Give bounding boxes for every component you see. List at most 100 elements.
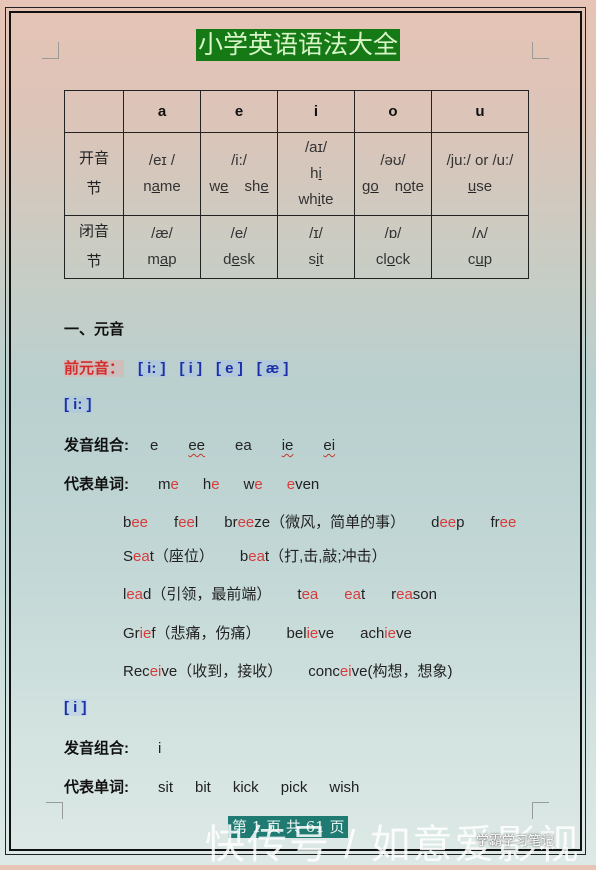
- example-word: lead（引领，最前端）: [123, 586, 272, 603]
- table-cell: /ʌ/ cup: [431, 215, 529, 279]
- example-word: Grief（悲痛，伤痛）: [123, 625, 261, 642]
- highlighted-letters: ea: [396, 586, 413, 603]
- table-header-cell: i: [277, 90, 355, 133]
- ipa-text: /ɒ/: [384, 225, 402, 242]
- example-word: pick: [280, 779, 308, 796]
- margin-corner-mark: [532, 42, 549, 59]
- example-word: even: [286, 476, 320, 493]
- example-word: Seat（座位）: [123, 548, 214, 565]
- table-cell: /i:/ we she: [200, 132, 278, 216]
- margin-corner-mark: [42, 42, 59, 59]
- table-header-cell: e: [200, 90, 278, 133]
- example-word: map: [147, 251, 177, 268]
- words-row-i: 代表单词: sit bit kick pick wish: [64, 776, 389, 797]
- ipa-text: /eɪ /: [148, 152, 176, 169]
- ipa-text: /ʌ/: [472, 225, 488, 242]
- words-row-ii: 代表单词: me he we even: [64, 473, 343, 494]
- chinese-gloss: (构想，想象): [367, 663, 453, 680]
- highlighted-letters: ei: [149, 663, 162, 680]
- example-word: believe: [286, 625, 335, 642]
- vowel-syllable-table: a e i o u 开音 节 /eɪ / name /i:/ we she /aɪ…: [64, 90, 529, 279]
- highlighted-letters: ee: [178, 514, 195, 531]
- table-header-cell: o: [354, 90, 432, 133]
- example-word: Receive（收到，接收）: [123, 663, 283, 680]
- table-header-row: a e i o u: [64, 90, 529, 133]
- row-label-open: 开音 节: [64, 132, 124, 216]
- table-header-cell: u: [431, 90, 529, 133]
- example-word: go: [362, 178, 379, 195]
- combo-label: 发音组合:: [64, 437, 129, 454]
- highlighted-letters: ie: [306, 625, 319, 642]
- example-word: desk: [223, 251, 255, 268]
- table-cell: /aɪ/ hi white: [277, 132, 355, 216]
- example-word: eat: [344, 586, 366, 603]
- row-label-closed: 闭音 节: [64, 215, 124, 279]
- front-vowels-line: 前元音： [ i: ] [ i ] [ e ] [ æ ]: [64, 357, 289, 378]
- example-word: wish: [329, 779, 360, 796]
- example-word: breeze（微风，简单的事）: [224, 514, 406, 531]
- example-word: deep: [431, 514, 465, 531]
- section-heading: 一、元音: [64, 321, 125, 338]
- example-word: we: [243, 476, 263, 493]
- example-word: cup: [467, 251, 493, 268]
- table-cell: /ju:/ or /u:/ use: [431, 132, 529, 216]
- example-word: hi: [310, 165, 322, 182]
- highlighted-letters: e: [254, 476, 263, 493]
- example-word: note: [394, 178, 424, 195]
- open-syllable-row: 开音 节 /eɪ / name /i:/ we she /aɪ/ hi white…: [64, 132, 529, 216]
- table-header-cell: a: [123, 90, 201, 133]
- combo-row-i: 发音组合: i: [64, 737, 191, 758]
- combo-label: 发音组合:: [64, 740, 129, 757]
- example-word: he: [202, 476, 220, 493]
- example-line: Grief（悲痛，伤痛） believe achieve: [123, 622, 412, 643]
- ipa-text: /ju:/ or /u:/: [446, 152, 514, 169]
- combo-row-ii: 发音组合: e ee ea ie ei: [64, 434, 365, 455]
- example-word: clock: [375, 251, 411, 268]
- ipa-text: /e/: [230, 225, 248, 242]
- ipa-text: /əʊ/: [380, 152, 406, 169]
- watermark-badge: 学霸学习笔记: [476, 833, 555, 848]
- example-line: Seat（座位） beat（打,击,敲;冲击）: [123, 545, 387, 566]
- example-line: lead（引领，最前端） tea eat reason: [123, 583, 437, 604]
- vowel-heading-i: [ i ]: [64, 699, 87, 716]
- highlighted-letters: ee: [499, 514, 517, 531]
- table-cell: /e/ desk: [200, 215, 278, 279]
- example-word: use: [467, 178, 493, 195]
- phonetic-symbol: [ i ]: [179, 360, 203, 377]
- example-word: sit: [158, 779, 173, 796]
- highlighted-letters: ea: [133, 548, 150, 565]
- highlighted-letters: e: [170, 476, 179, 493]
- phonetic-symbol: [ e ]: [216, 360, 243, 377]
- example-word: feel: [174, 514, 199, 531]
- table-cell: /əʊ/ go note: [354, 132, 432, 216]
- example-word: kick: [232, 779, 259, 796]
- ipa-text: /ɪ/: [309, 225, 323, 242]
- chinese-gloss: （引领，最前端）: [151, 586, 272, 603]
- ipa-text: /aɪ/: [304, 139, 328, 156]
- ipa-text: /æ/: [151, 225, 173, 242]
- highlighted-letters: ee: [439, 514, 457, 531]
- example-word: tea: [297, 586, 319, 603]
- example-word: name: [143, 178, 181, 195]
- highlighted-letters: ei: [339, 663, 352, 680]
- highlighted-letters: ie: [139, 625, 152, 642]
- highlighted-letters: ea: [248, 548, 265, 565]
- chinese-gloss: （座位）: [153, 548, 214, 565]
- chinese-gloss: （收到，接收）: [177, 663, 283, 680]
- table-cell: /ɒ/ clock: [354, 215, 432, 279]
- words-label: 代表单词:: [64, 476, 129, 493]
- example-word: conceive(构想，想象): [308, 663, 453, 680]
- highlighted-letters: e: [286, 476, 296, 493]
- example-word: we: [209, 178, 229, 195]
- highlighted-letters: ie: [384, 625, 396, 642]
- example-word: sit: [308, 251, 324, 268]
- margin-corner-mark: [532, 802, 549, 819]
- highlighted-letters: ea: [344, 586, 361, 603]
- margin-corner-mark: [46, 802, 63, 819]
- example-word: reason: [391, 586, 437, 603]
- example-word: she: [244, 178, 269, 195]
- example-word: beat（打,击,敲;冲击）: [239, 548, 387, 565]
- document-title: 小学英语语法大全: [196, 29, 401, 61]
- example-word: white: [298, 191, 334, 208]
- combo-item: ee: [188, 437, 206, 454]
